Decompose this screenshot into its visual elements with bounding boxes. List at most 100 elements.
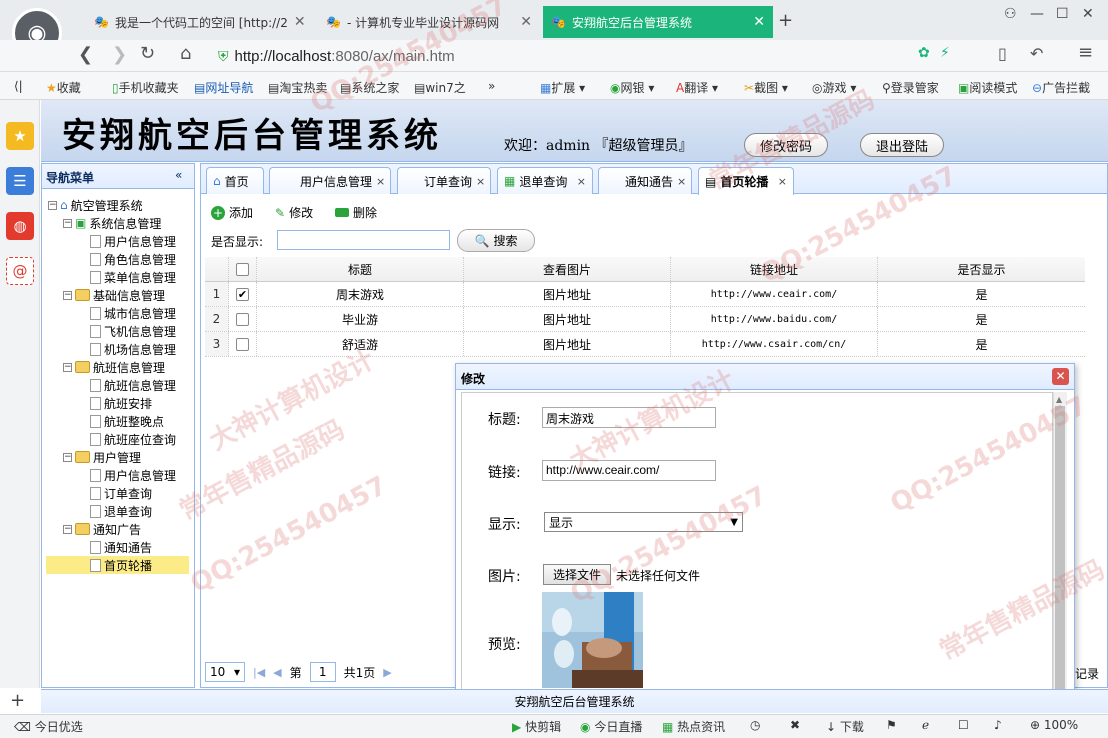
window-icon[interactable]: ☐: [958, 718, 969, 732]
bookmark-xitong[interactable]: ▤系统之家: [340, 79, 399, 96]
forward-icon[interactable]: ❯: [112, 44, 127, 65]
list-icon[interactable]: ☰: [6, 167, 34, 195]
show-filter-input[interactable]: [277, 230, 450, 250]
table-row[interactable]: 1 ✔ 周末游戏 图片地址 http://www.ceair.com/ 是: [205, 282, 1085, 307]
title-input[interactable]: 周末游戏: [542, 407, 716, 428]
nav-tree-folder[interactable]: − 用户管理: [63, 448, 141, 466]
scroll-up-icon[interactable]: ▲: [1056, 395, 1062, 404]
home-icon[interactable]: ⌂: [180, 43, 191, 64]
tab-refund-query[interactable]: ▦ 退单查询 ×: [497, 167, 593, 194]
tree-toggle-icon[interactable]: −: [63, 290, 72, 300]
logout-button[interactable]: 退出登陆: [860, 133, 944, 157]
table-row[interactable]: 3 舒适游 图片地址 http://www.csair.com/cn/ 是: [205, 332, 1085, 357]
bookmark-taobao[interactable]: ▤淘宝热卖: [268, 79, 327, 96]
status-item-news[interactable]: ▦ 热点资讯: [662, 718, 725, 735]
tree-toggle-icon[interactable]: −: [63, 218, 72, 228]
close-icon[interactable]: ×: [577, 175, 586, 188]
address-bar[interactable]: ⛨ http://localhost :8080/ax/main.htm: [218, 44, 908, 68]
nav-tree-item[interactable]: 订单查询: [78, 484, 152, 502]
close-icon[interactable]: ✕: [520, 14, 532, 30]
nav-tree-item[interactable]: 航班整晚点: [78, 412, 164, 430]
nav-tree-item[interactable]: 菜单信息管理: [78, 268, 176, 286]
status-item-download[interactable]: ↓ 下载: [826, 718, 864, 735]
status-item-clip[interactable]: ▶ 快剪辑: [512, 718, 561, 735]
first-page-icon[interactable]: |◀: [253, 666, 265, 679]
nav-tree-folder[interactable]: − ▣ 系统信息管理: [63, 214, 161, 232]
nav-tree-item[interactable]: 用户信息管理: [78, 232, 176, 250]
change-password-button[interactable]: 修改密码: [744, 133, 828, 157]
column-header-show[interactable]: 是否显示: [878, 257, 1085, 281]
browser-tab-2[interactable]: 🎭 - 计算机专业毕业设计源码网 ✕: [318, 6, 540, 38]
cell-image[interactable]: 图片地址: [464, 282, 671, 306]
prev-page-icon[interactable]: ◀: [273, 666, 281, 679]
browser-tab-3-active[interactable]: 🎭 安翔航空后台管理系统 ✕: [543, 6, 773, 38]
nav-tree-folder[interactable]: − 基础信息管理: [63, 286, 165, 304]
mail-icon[interactable]: @: [6, 257, 34, 285]
status-item-live[interactable]: ◉ 今日直播: [580, 718, 642, 735]
menu-icon[interactable]: ≡: [1078, 42, 1093, 63]
row-checkbox[interactable]: ✔: [229, 282, 257, 306]
nav-tree-item[interactable]: 城市信息管理: [78, 304, 176, 322]
add-sidebar-icon[interactable]: +: [10, 690, 25, 711]
volume-icon[interactable]: ♪: [994, 718, 1002, 732]
tab-notice[interactable]: 通知通告 ×: [598, 167, 692, 194]
bookmark-favorites[interactable]: ★收藏: [46, 79, 81, 96]
nav-tree-item[interactable]: 飞机信息管理: [78, 322, 176, 340]
tab-home[interactable]: ⌂ 首页: [206, 167, 264, 194]
bookmark-mobile[interactable]: ▯手机收藏夹: [112, 79, 179, 96]
nav-tree-folder[interactable]: − 通知广告: [63, 520, 141, 538]
tree-toggle-icon[interactable]: −: [63, 524, 72, 534]
choose-file-button[interactable]: 选择文件: [543, 564, 611, 585]
link-input[interactable]: http://www.ceair.com/: [542, 460, 716, 481]
flag-icon[interactable]: ⚑: [886, 718, 897, 732]
bookmark-login-manager[interactable]: ⚲登录管家: [882, 79, 939, 96]
nav-tree-item[interactable]: 航班安排: [78, 394, 152, 412]
close-icon[interactable]: ×: [778, 175, 787, 188]
close-icon[interactable]: ×: [376, 175, 385, 188]
delete-button[interactable]: 删除: [335, 204, 377, 221]
bookmark-reader-mode[interactable]: ▣阅读模式: [958, 79, 1017, 96]
bookmark-nav[interactable]: ▤网址导航: [194, 79, 253, 96]
column-header-link[interactable]: 链接地址: [671, 257, 878, 281]
nav-tree-item[interactable]: 航班座位查询: [78, 430, 176, 448]
nav-tree-item[interactable]: 角色信息管理: [78, 250, 176, 268]
nav-tree-folder[interactable]: − 航班信息管理: [63, 358, 165, 376]
nav-tree-item[interactable]: 机场信息管理: [78, 340, 176, 358]
today-picks[interactable]: ⌫ 今日优选: [14, 718, 83, 735]
nav-tree-item[interactable]: 航班信息管理: [78, 376, 176, 394]
close-window-icon[interactable]: ✕: [1082, 6, 1094, 22]
bookmark-more-icon[interactable]: »: [488, 79, 495, 93]
tab-user-info[interactable]: 用户信息管理 ×: [269, 167, 391, 194]
speed-icon[interactable]: ✿: [918, 45, 930, 61]
tree-toggle-icon[interactable]: −: [48, 200, 57, 210]
ie-icon[interactable]: ℯ: [922, 718, 929, 732]
nav-collapse-icon[interactable]: «: [175, 168, 182, 182]
next-page-icon[interactable]: ▶: [383, 666, 391, 679]
nav-tree-item[interactable]: 通知通告: [78, 538, 152, 556]
new-tab-button[interactable]: +: [778, 10, 793, 31]
favorites-star-icon[interactable]: ★: [6, 122, 34, 150]
bookmark-win7[interactable]: ▤win7之: [414, 79, 466, 96]
column-header-title[interactable]: 标题: [257, 257, 464, 281]
bookmark-games[interactable]: ◎游戏 ▾: [812, 79, 856, 96]
close-icon[interactable]: ✕: [294, 14, 306, 30]
table-row[interactable]: 2 毕业游 图片地址 http://www.baidu.com/ 是: [205, 307, 1085, 332]
cell-image[interactable]: 图片地址: [464, 307, 671, 331]
dialog-close-icon[interactable]: ✕: [1052, 368, 1069, 385]
row-checkbox[interactable]: [229, 307, 257, 331]
show-select[interactable]: 显示 ▼: [544, 512, 743, 532]
tree-toggle-icon[interactable]: −: [63, 362, 72, 372]
undo-icon[interactable]: ↶: [1030, 44, 1043, 63]
tab-order-query[interactable]: 订单查询 ×: [397, 167, 491, 194]
tab-banner-active[interactable]: ▤ 首页轮播 ×: [698, 167, 794, 195]
reader-icon[interactable]: ▯: [998, 44, 1007, 63]
select-all-checkbox[interactable]: [229, 257, 257, 281]
maximize-icon[interactable]: ☐: [1056, 6, 1069, 22]
bookmark-extensions[interactable]: ▦扩展 ▾: [540, 79, 585, 96]
clock-icon[interactable]: ◷: [750, 718, 760, 732]
reload-icon[interactable]: ↻: [140, 43, 155, 64]
nav-tree-item[interactable]: 退单查询: [78, 502, 152, 520]
close-icon[interactable]: ×: [677, 175, 686, 188]
sidebar-toggle-icon[interactable]: ⟨|: [14, 79, 23, 93]
close-icon[interactable]: ×: [476, 175, 485, 188]
